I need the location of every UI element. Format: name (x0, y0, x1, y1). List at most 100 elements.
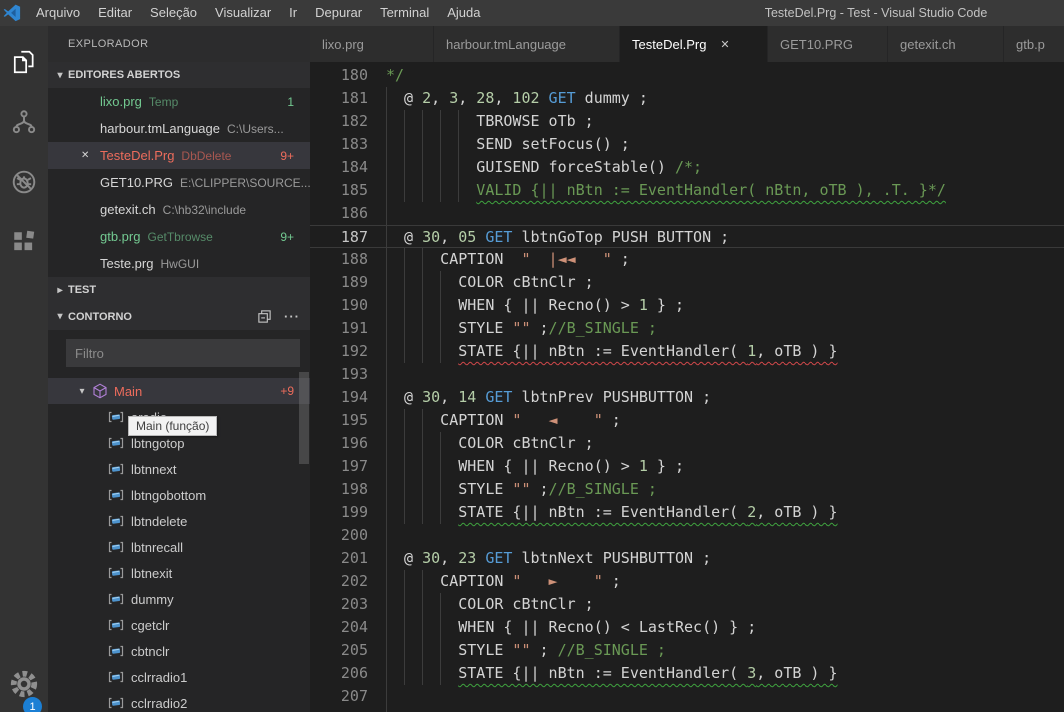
code-line-208[interactable]: 208@ 30, 30 GET lbtnGoBottom PUSHBUTTON (310, 708, 1064, 712)
tab-lixo.prg[interactable]: lixo.prg (310, 26, 434, 62)
line-number: 197 (310, 455, 368, 478)
sidebar-scrollbar[interactable] (299, 372, 309, 464)
debug-disabled-icon[interactable] (0, 158, 48, 206)
code-line-183[interactable]: 183SEND setFocus() ; (310, 133, 1064, 156)
code-line-197[interactable]: 197 WHEN { || Recno() > 1 } ; (310, 455, 1064, 478)
open-editor-TesteDel.Prg[interactable]: ✕TesteDel.PrgDbDelete9+ (48, 142, 310, 169)
menu-depurar[interactable]: Depurar (306, 0, 371, 26)
chevron-down-icon[interactable]: ▾ (74, 386, 90, 397)
file-name: Teste.prg (100, 256, 153, 271)
open-editor-gtb.prg[interactable]: gtb.prgGetTbrowse9+ (48, 223, 310, 250)
outline-item-lbtnnext[interactable]: lbtnnext (48, 456, 310, 482)
file-description: HwGUI (160, 257, 199, 271)
code-line-192[interactable]: 192STATE {|| nBtn := EventHandler( 1, oT… (310, 340, 1064, 363)
code-line-195[interactable]: 195CAPTION " ◄ " ; (310, 409, 1064, 432)
code-line-181[interactable]: 181@ 2, 3, 28, 102 GET dummy ; (310, 87, 1064, 110)
code-line-184[interactable]: 184GUISEND forceStable() /*; (310, 156, 1064, 179)
outline-item-lbtnrecall[interactable]: lbtnrecall (48, 534, 310, 560)
code-line-189[interactable]: 189COLOR cBtnClr ; (310, 271, 1064, 294)
indent-guides (386, 478, 458, 501)
tab-label: gtb.p (1016, 37, 1045, 52)
code-line-196[interactable]: 196COLOR cBtnClr ; (310, 432, 1064, 455)
outline-item-lbtngobottom[interactable]: lbtngobottom (48, 482, 310, 508)
more-actions-icon[interactable]: ··· (284, 309, 300, 324)
open-editors-header[interactable]: ▾ EDITORES ABERTOS (48, 62, 310, 88)
tab-GET10.PRG[interactable]: GET10.PRG (768, 26, 888, 62)
code-line-190[interactable]: 190WHEN { || Recno() > 1 } ; (310, 294, 1064, 317)
explorer-icon[interactable] (0, 38, 48, 86)
window-title: TesteDel.Prg - Test - Visual Studio Code (765, 6, 988, 20)
tab-harbour.tmLanguage[interactable]: harbour.tmLanguage (434, 26, 620, 62)
open-editor-harbour.tmLanguage[interactable]: harbour.tmLanguageC:\Users... (48, 115, 310, 142)
code-area[interactable]: 180*/181@ 2, 3, 28, 102 GET dummy ;182 TB… (310, 62, 1064, 712)
dirty-close-icon[interactable]: ✕ (81, 150, 89, 161)
open-editor-GET10.PRG[interactable]: GET10.PRGE:\CLIPPER\SOURCE... (48, 169, 310, 196)
source-control-icon[interactable] (0, 98, 48, 146)
code-line-203[interactable]: 203COLOR cBtnClr ; (310, 593, 1064, 616)
code-line-199[interactable]: 199STATE {|| nBtn := EventHandler( 2, oT… (310, 501, 1064, 524)
menu-seleção[interactable]: Seleção (141, 0, 206, 26)
code-line-200[interactable]: 200 (310, 524, 1064, 547)
settings-gear-icon[interactable]: 1 (0, 658, 48, 710)
indent-guides (386, 226, 404, 249)
code-line-205[interactable]: 205STYLE "" ; //B_SINGLE ; (310, 639, 1064, 662)
menu-terminal[interactable]: Terminal (371, 0, 438, 26)
test-section-header[interactable]: ▸ TEST (48, 277, 310, 303)
tab-getexit.ch[interactable]: getexit.ch (888, 26, 1004, 62)
code-line-text: WHEN { || Recno() > 1 } ; (386, 455, 684, 478)
menu-ajuda[interactable]: Ajuda (438, 0, 489, 26)
menu-visualizar[interactable]: Visualizar (206, 0, 280, 26)
code-line-text: TBROWSE oTb ; (386, 110, 594, 133)
tab-gtb.p[interactable]: gtb.p (1004, 26, 1064, 62)
outline-item-dummy[interactable]: dummy (48, 586, 310, 612)
chevron-right-icon[interactable]: ▸ (52, 285, 68, 296)
outline-item-label: lbtnexit (131, 566, 172, 581)
indent-guides (386, 593, 458, 616)
code-line-text: @ 30, 05 GET lbtnGoTop PUSH BUTTON ; (386, 226, 729, 247)
code-line-206[interactable]: 206STATE {|| nBtn := EventHandler( 3, oT… (310, 662, 1064, 685)
menu-arquivo[interactable]: Arquivo (27, 0, 89, 26)
line-number: 181 (310, 87, 368, 110)
code-line-187[interactable]: 187@ 30, 05 GET lbtnGoTop PUSH BUTTON ; (310, 225, 1064, 248)
code-line-204[interactable]: 204WHEN { || Recno() < LastRec() } ; (310, 616, 1064, 639)
contorno-section-header[interactable]: ▾ CONTORNO ··· (48, 303, 310, 330)
outline-item-lbtndelete[interactable]: lbtndelete (48, 508, 310, 534)
open-editor-getexit.ch[interactable]: getexit.chC:\hb32\include (48, 196, 310, 223)
tab-TesteDel.Prg[interactable]: TesteDel.Prg✕ (620, 26, 768, 62)
chevron-down-icon[interactable]: ▾ (52, 70, 68, 81)
code-line-186[interactable]: 186 (310, 202, 1064, 225)
code-line-202[interactable]: 202 CAPTION " ► " ; (310, 570, 1064, 593)
chevron-down-icon[interactable]: ▾ (52, 311, 68, 322)
code-line-191[interactable]: 191STYLE "" ;//B_SINGLE ; (310, 317, 1064, 340)
code-line-193[interactable]: 193 (310, 363, 1064, 386)
code-line-185[interactable]: 185VALID {|| nBtn := EventHandler( nBtn,… (310, 179, 1064, 202)
symbol-cube-icon (92, 383, 108, 399)
menu-ir[interactable]: Ir (280, 0, 306, 26)
collapse-all-icon[interactable] (257, 309, 272, 324)
outline-root-main[interactable]: ▾ Main +9 (48, 378, 310, 404)
code-line-188[interactable]: 188CAPTION " |◄◄ " ; (310, 248, 1064, 271)
close-icon[interactable]: ✕ (720, 38, 729, 51)
vscode-logo-icon (3, 3, 21, 23)
open-editor-lixo.prg[interactable]: lixo.prgTemp1 (48, 88, 310, 115)
extensions-icon[interactable] (0, 218, 48, 266)
code-line-201[interactable]: 201@ 30, 23 GET lbtnNext PUSHBUTTON ; (310, 547, 1064, 570)
outline-item-cgetclr[interactable]: cgetclr (48, 612, 310, 638)
line-number: 182 (310, 110, 368, 133)
code-line-text: CAPTION " ► " ; (386, 570, 621, 593)
code-line-207[interactable]: 207 (310, 685, 1064, 708)
line-number: 202 (310, 570, 368, 593)
outline-item-cclrradio2[interactable]: cclrradio2 (48, 690, 310, 712)
open-editor-Teste.prg[interactable]: Teste.prg HwGUI (48, 250, 310, 277)
code-line-198[interactable]: 198STYLE "" ;//B_SINGLE ; (310, 478, 1064, 501)
menu-editar[interactable]: Editar (89, 0, 141, 26)
code-line-180[interactable]: 180*/ (310, 64, 1064, 87)
code-line-194[interactable]: 194@ 30, 14 GET lbtnPrev PUSHBUTTON ; (310, 386, 1064, 409)
code-line-182[interactable]: 182 TBROWSE oTb ; (310, 110, 1064, 133)
code-line-text: COLOR cBtnClr ; (386, 271, 594, 294)
outline-item-cclrradio1[interactable]: cclrradio1 (48, 664, 310, 690)
line-number: 188 (310, 248, 368, 271)
outline-filter-input[interactable] (66, 339, 300, 367)
outline-item-cbtnclr[interactable]: cbtnclr (48, 638, 310, 664)
outline-item-lbtnexit[interactable]: lbtnexit (48, 560, 310, 586)
